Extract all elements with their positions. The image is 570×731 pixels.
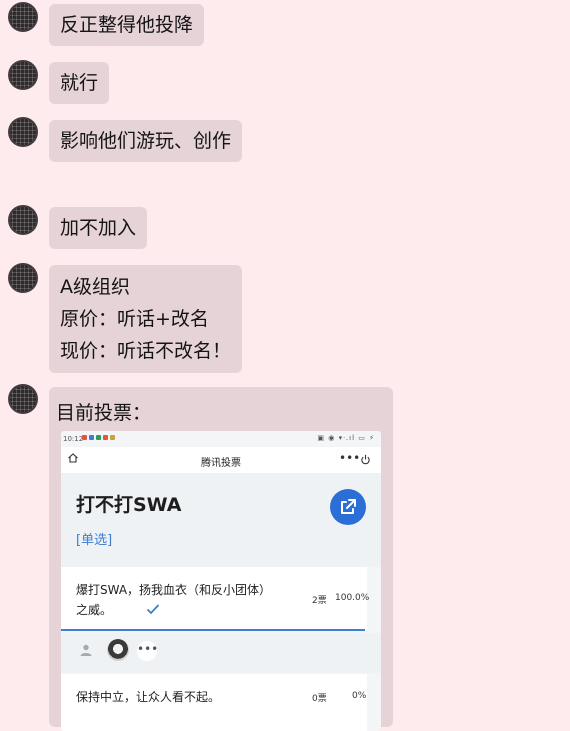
poll-type: [单选] [76,533,113,548]
option-percent: 100.0% [335,593,370,603]
poll-option[interactable]: 爆打SWA，扬我血衣（和反小团体）之威。 2票 100.0% [61,567,370,631]
message-bubble[interactable]: 反正整得他投降 [49,4,205,46]
status-icons: ▣ ◉ ▾ᐧ.ıl ▭ ⚡ [317,434,375,442]
message-line: 现价：听话不改名！ [60,340,232,362]
more-voters-button[interactable]: ••• [137,641,158,661]
message-text: 影响他们游玩、创作 [60,130,232,152]
poll-info: 打不打SWA [单选] [61,473,381,567]
poll-option[interactable]: 保持中立，让众人看不起。 0票 0% [61,674,367,731]
poll-title: 打不打SWA [76,494,182,516]
image-caption: 目前投票： [56,402,152,424]
option-votes: 0票 [312,694,327,704]
sender-avatar[interactable] [8,60,38,90]
poll-screenshot[interactable]: 10:12 ▣ ◉ ▾ᐧ.ıl ▭ ⚡ 腾讯投票 ••• 打不打SWA [单选]… [61,431,381,731]
option-text: 保持中立，让众人看不起。 [76,690,221,704]
message-bubble[interactable]: 就行 [49,62,110,104]
status-time: 10:12 [63,435,84,443]
check-icon [146,604,160,615]
status-bar: 10:12 ▣ ◉ ▾ᐧ.ıl ▭ ⚡ [61,431,381,447]
poll-header: 腾讯投票 ••• [61,447,381,473]
option-votes: 2票 [312,596,327,606]
notification-icons [82,435,115,440]
header-title: 腾讯投票 [201,458,241,469]
user-icon [80,644,92,656]
message-line: A级组织 [60,276,130,298]
message-text: 加不加入 [60,217,137,239]
message-text: 就行 [60,72,99,94]
message-bubble[interactable]: 加不加入 [49,207,148,249]
message-bubble[interactable]: 影响他们游玩、创作 [49,120,243,162]
sender-avatar[interactable] [8,263,38,293]
option-text: 爆打SWA，扬我血衣（和反小团体）之威。 [76,583,266,617]
sender-avatar[interactable] [8,384,38,414]
more-icon[interactable]: ••• [339,451,360,465]
message-bubble[interactable]: A级组织 原价：听话+改名 现价：听话不改名！ [49,265,243,373]
message-text: 反正整得他投降 [60,14,194,36]
power-icon[interactable] [360,454,371,465]
option-percent: 0% [352,691,367,701]
share-button[interactable] [330,489,366,525]
sender-avatar[interactable] [8,2,38,32]
sender-avatar[interactable] [8,205,38,235]
voter-avatar[interactable] [107,639,129,661]
external-link-icon [341,499,356,514]
message-line: 原价：听话+改名 [60,308,209,330]
option-progress-bar [61,629,365,631]
voter-list: ••• [61,633,381,673]
sender-avatar[interactable] [8,117,38,147]
